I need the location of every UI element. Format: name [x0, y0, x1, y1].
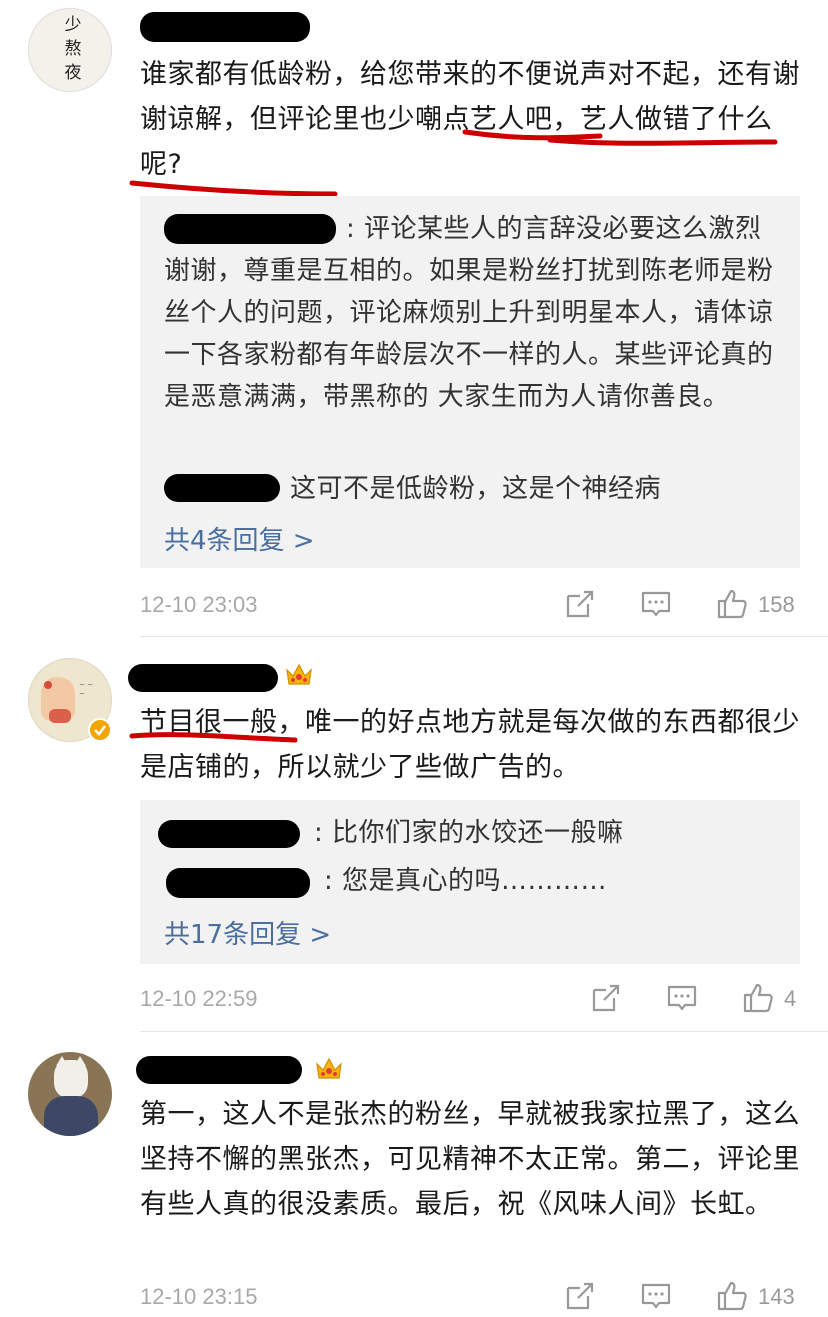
divider: [140, 1031, 828, 1032]
like-icon[interactable]: [716, 588, 748, 620]
timestamp: 12-10 23:03: [140, 592, 258, 617]
username-redacted[interactable]: [136, 1056, 302, 1084]
avatar[interactable]: [28, 1052, 112, 1136]
reply-text: : 比你们家的水饺还一般嘛: [164, 812, 780, 854]
like-count: 158: [758, 592, 795, 617]
comment-icon[interactable]: [640, 588, 672, 620]
red-underline: [129, 129, 778, 197]
like-icon[interactable]: [716, 1280, 748, 1312]
reply-text-body: 这可不是低龄粉，这是个神经病: [290, 474, 662, 504]
comment-icon[interactable]: [666, 982, 698, 1014]
comment-meta: 12-10 23:15 143: [140, 1280, 800, 1317]
red-underline: [129, 732, 298, 743]
reply-text: : 评论某些人的言辞没必要这么激烈谢谢，尊重是互相的。如果是粉丝打扰到陈老师是粉…: [164, 208, 780, 418]
comment-meta: 12-10 23:03 158: [140, 588, 800, 628]
reply-box[interactable]: : 比你们家的水饺还一般嘛 : 您是真心的吗………… 共17条回复 >: [140, 800, 800, 964]
reply-text-body: : 比你们家的水饺还一般嘛: [314, 818, 624, 848]
like-count: 4: [784, 986, 797, 1011]
more-replies-link[interactable]: 共4条回复 >: [164, 520, 315, 557]
timestamp: 12-10 22:59: [140, 986, 258, 1011]
comment-meta: 12-10 22:59 4: [140, 982, 800, 1022]
comment-icon[interactable]: [640, 1280, 672, 1312]
comment-3: 第一，这人不是张杰的粉丝，早就被我家拉黑了，这么坚持不懈的黑张杰，可见精神不太正…: [0, 1034, 828, 1317]
reply-text-body: : 评论某些人的言辞没必要这么激烈谢谢，尊重是互相的。如果是粉丝打扰到陈老师是粉…: [164, 214, 774, 412]
like-count: 143: [758, 1284, 795, 1309]
reply-text-body: : 您是真心的吗…………: [324, 866, 608, 896]
comment-2: ~ ~ ~ 节目很一般，唯一的好点地方就是每次做的东西都很少是店铺的，所以就少了…: [0, 640, 828, 1030]
timestamp: 12-10 23:15: [140, 1284, 258, 1309]
divider: [140, 636, 828, 637]
share-icon[interactable]: [564, 588, 596, 620]
reply-box[interactable]: : 评论某些人的言辞没必要这么激烈谢谢，尊重是互相的。如果是粉丝打扰到陈老师是粉…: [140, 196, 800, 568]
reply-text: 这可不是低龄粉，这是个神经病: [164, 468, 780, 510]
like-icon[interactable]: [742, 982, 774, 1014]
share-icon[interactable]: [590, 982, 622, 1014]
reply-text: : 您是真心的吗…………: [164, 860, 780, 902]
share-icon[interactable]: [564, 1280, 596, 1312]
comment-1: 少 熬 夜 谁家都有低龄粉，给您带来的不便说声对不起，还有谢谢谅解，但评论里也少…: [0, 0, 828, 630]
comment-text: 第一，这人不是张杰的粉丝，早就被我家拉黑了，这么坚持不懈的黑张杰，可见精神不太正…: [140, 1099, 800, 1220]
crown-icon: [316, 1057, 342, 1079]
more-replies-link[interactable]: 共17条回复 >: [164, 914, 331, 951]
